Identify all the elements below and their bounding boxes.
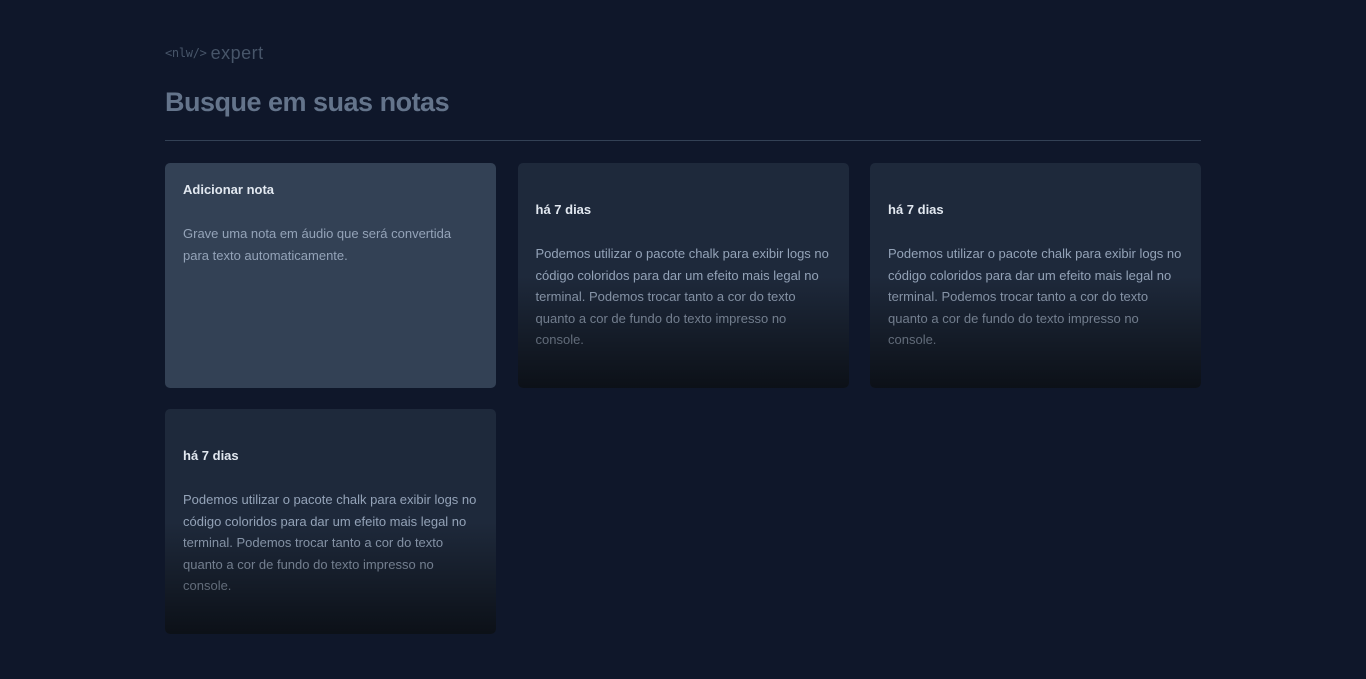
note-date: há 7 dias	[888, 202, 944, 217]
note-card[interactable]: há 7 dias Podemos utilizar o pacote chal…	[870, 163, 1201, 388]
note-content: Podemos utilizar o pacote chalk para exi…	[183, 492, 477, 593]
note-card[interactable]: há 7 dias Podemos utilizar o pacote chal…	[517, 163, 849, 388]
note-date: há 7 dias	[183, 448, 239, 463]
note-card[interactable]: há 7 dias Podemos utilizar o pacote chal…	[165, 409, 496, 634]
add-note-description: Grave uma nota em áudio que será convert…	[183, 226, 452, 263]
note-date: há 7 dias	[535, 202, 592, 217]
add-note-card[interactable]: Adicionar nota Grave uma nota em áudio q…	[165, 163, 496, 388]
add-note-title: Adicionar nota	[183, 182, 275, 197]
logo-tag: <nlw/>	[165, 46, 207, 60]
nlw-expert-logo: <nlw/> expert	[165, 42, 264, 64]
notes-grid: Adicionar nota Grave uma nota em áudio q…	[165, 163, 1201, 634]
logo-word: expert	[210, 42, 264, 63]
note-content: Podemos utilizar o pacote chalk para exi…	[535, 246, 829, 347]
note-content: Podemos utilizar o pacote chalk para exi…	[888, 246, 1182, 347]
search-input[interactable]	[165, 82, 1201, 122]
divider	[165, 140, 1201, 141]
